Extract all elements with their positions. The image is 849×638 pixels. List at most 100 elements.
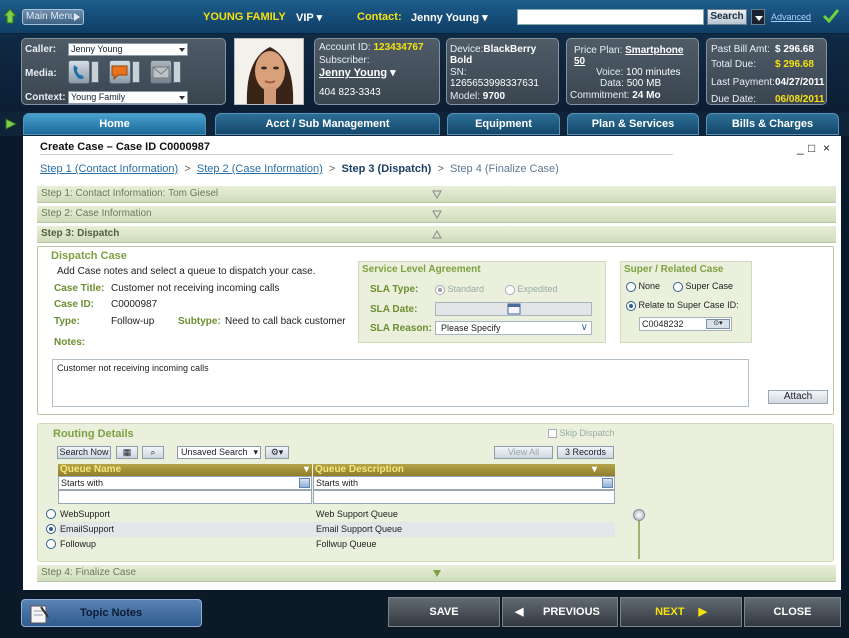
- close-icon[interactable]: ×: [823, 141, 830, 155]
- column-queue-name[interactable]: Queue Name ▾: [58, 464, 312, 476]
- radio-icon: [505, 284, 515, 295]
- step-2-label: Step 2: Case Information: [41, 208, 152, 219]
- magnifier-icon: ⌕: [150, 447, 156, 457]
- breadcrumb-step-2[interactable]: Step 2 (Case Information): [197, 163, 323, 175]
- scroll-track: [638, 519, 640, 559]
- super-none-label: None: [638, 281, 661, 291]
- notes-textarea[interactable]: Customer not receiving incoming calls: [52, 359, 749, 407]
- super-none-radio[interactable]: None: [626, 281, 660, 292]
- step-1-header[interactable]: Step 1: Contact Information: Tom Giesel: [37, 186, 836, 203]
- sla-standard-radio[interactable]: Standard: [435, 284, 484, 295]
- contact-dropdown[interactable]: Jenny Young ▾: [411, 11, 488, 24]
- main-menu-label: Main Menu: [26, 11, 76, 22]
- queue-radio[interactable]: [46, 509, 56, 519]
- attach-button[interactable]: Attach: [768, 390, 828, 404]
- main-menu-button[interactable]: Main Menu: [22, 9, 84, 25]
- email-media-button[interactable]: [150, 60, 172, 84]
- dispatch-case-panel: Dispatch Case Add Case notes and select …: [37, 246, 834, 415]
- sla-reason-value: Please Specify: [441, 323, 501, 333]
- super-case-id-value: C0048232: [642, 319, 684, 329]
- tab-plan-services[interactable]: Plan & Services: [567, 113, 699, 135]
- phone-media-button[interactable]: [68, 60, 90, 84]
- tab-home[interactable]: Home: [23, 113, 206, 135]
- email-media-dropdown[interactable]: [173, 61, 181, 83]
- scroll-thumb[interactable]: [633, 509, 645, 521]
- search-options-dropdown[interactable]: [751, 9, 765, 25]
- tab-bills-charges[interactable]: Bills & Charges: [706, 113, 839, 135]
- sort-icon: ▾: [591, 464, 597, 475]
- search-now-button[interactable]: Search Now: [57, 446, 111, 459]
- step-4-header[interactable]: Step 4: Finalize Case: [37, 565, 836, 582]
- queue-row[interactable]: Followup Follwup Queue: [46, 537, 615, 552]
- home-icon[interactable]: [3, 8, 17, 24]
- close-button[interactable]: CLOSE: [744, 597, 841, 627]
- expand-arrow-icon[interactable]: [4, 118, 18, 130]
- topic-notes-button[interactable]: Topic Notes: [21, 599, 202, 627]
- breadcrumb-step-1[interactable]: Step 1 (Contact Information): [40, 163, 178, 175]
- step-3-header[interactable]: Step 3: Dispatch: [37, 226, 836, 243]
- maximize-icon[interactable]: □: [808, 141, 815, 155]
- sla-type-label: SLA Type:: [370, 284, 419, 295]
- previous-button[interactable]: ◀ PREVIOUS: [502, 597, 618, 627]
- save-button[interactable]: SAVE: [388, 597, 500, 627]
- sla-reason-select[interactable]: Please Specify ∨: [435, 321, 592, 335]
- check-icon[interactable]: [822, 8, 840, 24]
- column-queue-description[interactable]: Queue Description ▾: [313, 464, 615, 476]
- queue-name-search-input[interactable]: [58, 490, 312, 504]
- advanced-search-link[interactable]: Advanced: [771, 12, 811, 22]
- super-case-radio[interactable]: Super Case: [673, 281, 733, 292]
- super-case-title: Super / Related Case: [624, 264, 724, 275]
- chat-media-dropdown[interactable]: [132, 61, 140, 83]
- queue-name-cell: Followup: [60, 539, 97, 549]
- find-button[interactable]: ⌕: [142, 446, 164, 459]
- past-bill-value: $ 296.68: [775, 44, 814, 55]
- queue-radio[interactable]: [46, 524, 56, 534]
- plan-panel: Price Plan: Smartphone 50 Voice: 100 min…: [566, 38, 699, 105]
- past-bill-label: Past Bill Amt:: [711, 44, 770, 55]
- relate-super-case-radio[interactable]: Relate to Super Case ID:: [626, 300, 739, 311]
- caller-panel: Caller: Jenny Young Media: Context: Youn…: [21, 38, 226, 105]
- queue-name-filter[interactable]: Starts with: [58, 476, 312, 490]
- vip-dropdown[interactable]: VIP ▾: [296, 11, 322, 24]
- calendar-icon[interactable]: [506, 303, 522, 315]
- search-input[interactable]: [517, 9, 704, 25]
- column-queue-name-label: Queue Name: [60, 464, 122, 475]
- chevron-down-icon: ▾: [316, 12, 323, 24]
- last-payment-label: Last Payment:: [711, 77, 775, 88]
- tab-equipment[interactable]: Equipment: [447, 113, 560, 135]
- routing-title: Routing Details: [53, 428, 134, 440]
- skip-dispatch-checkbox[interactable]: Skip Dispatch: [548, 428, 615, 439]
- chevron-right-icon: ▶: [698, 606, 707, 618]
- search-button[interactable]: Search: [707, 9, 747, 25]
- routing-details-panel: Routing Details Skip Dispatch Search Now…: [37, 423, 834, 562]
- phone-number: 404 823-3343: [319, 87, 381, 98]
- phone-media-dropdown[interactable]: [91, 61, 99, 83]
- queue-row[interactable]: WebSupport Web Support Queue: [46, 507, 615, 522]
- saved-search-select[interactable]: Unsaved Search ▾: [177, 446, 261, 459]
- next-button[interactable]: NEXT ▶: [620, 597, 742, 627]
- tab-acct-sub-management[interactable]: Acct / Sub Management: [215, 113, 440, 135]
- chat-media-button[interactable]: [109, 60, 131, 84]
- sla-date-input[interactable]: [435, 302, 592, 316]
- chevron-down-icon: [432, 190, 442, 199]
- caller-select[interactable]: Jenny Young: [68, 43, 188, 56]
- column-queue-desc-label: Queue Description: [315, 464, 404, 475]
- queue-desc-filter[interactable]: Starts with: [313, 476, 615, 490]
- model-label: Model:: [450, 91, 481, 102]
- queue-row[interactable]: EmailSupport Email Support Queue: [46, 522, 615, 537]
- queue-desc-search-input[interactable]: [313, 490, 615, 504]
- super-case-id-input[interactable]: C0048232 ⊙▾: [639, 317, 732, 331]
- context-select[interactable]: Young Family: [68, 91, 188, 104]
- lookup-icon[interactable]: ⊙▾: [706, 319, 730, 329]
- view-all-button[interactable]: View All: [494, 446, 553, 459]
- queue-radio[interactable]: [46, 539, 56, 549]
- sla-expedited-radio[interactable]: Expedited: [505, 284, 558, 295]
- sla-title: Service Level Agreement: [362, 264, 481, 275]
- step-2-header[interactable]: Step 2: Case Information: [37, 206, 836, 223]
- minimize-icon[interactable]: _: [797, 141, 804, 155]
- settings-button[interactable]: ⚙▾: [265, 446, 289, 459]
- columns-button[interactable]: ▦: [116, 446, 138, 459]
- sla-standard-label: Standard: [447, 284, 485, 294]
- due-date-label: Due Date:: [711, 94, 757, 105]
- subscriber-dropdown[interactable]: Jenny Young ▾: [319, 66, 396, 79]
